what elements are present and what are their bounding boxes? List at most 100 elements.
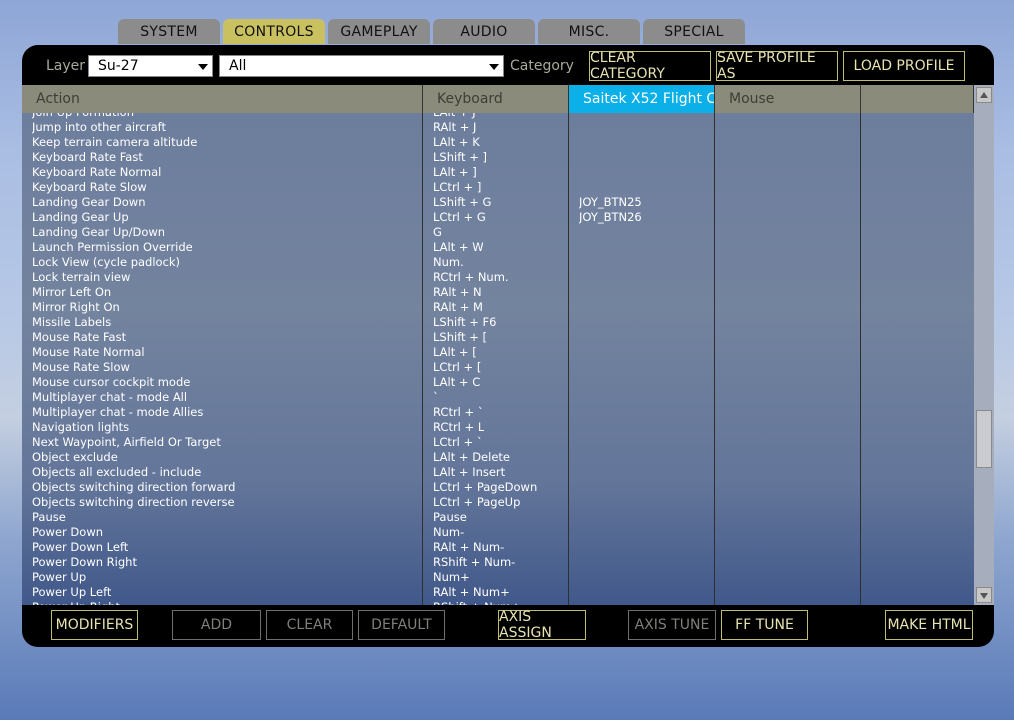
table-row[interactable]: Power Down Num-: [22, 525, 974, 540]
table-row[interactable]: Power Down Left RAlt + Num-: [22, 540, 974, 555]
tab-audio[interactable]: AUDIO: [433, 19, 535, 44]
layer-select[interactable]: Su-27: [88, 55, 213, 77]
table-scrollbar[interactable]: [974, 85, 994, 605]
modifiers-button[interactable]: MODIFIERS: [51, 610, 138, 640]
action-cell: Landing Gear Down: [32, 195, 146, 209]
keyboard-cell: Pause: [433, 510, 467, 524]
table-row[interactable]: Objects switching direction forward LCtrl…: [22, 480, 974, 495]
table-row[interactable]: Mouse Rate Slow LCtrl + [: [22, 360, 974, 375]
action-cell: Keep terrain camera altitude: [32, 135, 198, 149]
table-row[interactable]: Landing Gear Down LShift + G JOY_BTN25: [22, 195, 974, 210]
column-header-joystick[interactable]: Saitek X52 Flight Co: [569, 85, 715, 113]
table-row[interactable]: Navigation lights RCtrl + L: [22, 420, 974, 435]
tab-misc[interactable]: MISC.: [538, 19, 640, 44]
load-profile-button[interactable]: LOAD PROFILE: [843, 51, 965, 81]
table-row[interactable]: Mirror Left On RAlt + N: [22, 285, 974, 300]
table-row[interactable]: Keyboard Rate Slow LCtrl + ]: [22, 180, 974, 195]
action-bar: MODIFIERS ADD CLEAR DEFAULT AXIS ASSIGN …: [22, 605, 994, 647]
scrollbar-thumb[interactable]: [976, 410, 992, 468]
keyboard-cell: RCtrl + `: [433, 405, 484, 419]
action-cell: Keyboard Rate Fast: [32, 150, 143, 164]
axis-assign-button[interactable]: AXIS ASSIGN: [498, 609, 586, 641]
table-row[interactable]: Missile Labels LShift + F6: [22, 315, 974, 330]
table-row[interactable]: Mouse Rate Fast LShift + [: [22, 330, 974, 345]
table-row[interactable]: Multiplayer chat - mode All `: [22, 390, 974, 405]
keyboard-cell: LAlt + K: [433, 135, 480, 149]
layer-label: Layer: [46, 58, 86, 74]
make-html-button[interactable]: MAKE HTML: [885, 610, 973, 640]
column-header-action[interactable]: Action: [22, 85, 423, 113]
keyboard-cell: RCtrl + Num.: [433, 270, 509, 284]
save-profile-as-button[interactable]: SAVE PROFILE AS: [716, 50, 838, 82]
action-cell: Objects switching direction reverse: [32, 495, 235, 509]
keyboard-cell: LCtrl + PageUp: [433, 495, 521, 509]
action-cell: Keyboard Rate Slow: [32, 180, 147, 194]
table-row[interactable]: Keyboard Rate Normal LAlt + ]: [22, 165, 974, 180]
action-cell: Join Up Formation: [32, 113, 134, 119]
layer-select-value: Su-27: [98, 58, 139, 74]
table-row[interactable]: Objects all excluded - include LAlt + Ins…: [22, 465, 974, 480]
controls-panel: Layer Su-27 All Category CLEAR CATEGORY …: [22, 45, 994, 647]
table-row[interactable]: Pause Pause: [22, 510, 974, 525]
tab-gameplay[interactable]: GAMEPLAY: [328, 19, 430, 44]
tab-controls[interactable]: CONTROLS: [223, 19, 325, 44]
table-row[interactable]: Object exclude LAlt + Delete: [22, 450, 974, 465]
category-select[interactable]: All: [219, 55, 504, 77]
action-cell: Launch Permission Override: [32, 240, 193, 254]
column-header-keyboard[interactable]: Keyboard: [423, 85, 569, 113]
keyboard-cell: RCtrl + L: [433, 420, 485, 434]
keyboard-cell: RShift + Num-: [433, 555, 516, 569]
category-select-value: All: [229, 58, 247, 74]
tab-system[interactable]: SYSTEM: [118, 19, 220, 44]
tab-special[interactable]: SPECIAL: [643, 19, 745, 44]
table-body: Join Up Formation LAlt + JJump into other…: [22, 113, 974, 605]
ff-tune-button[interactable]: FF TUNE: [721, 610, 808, 640]
keyboard-cell: RAlt + M: [433, 300, 483, 314]
table-row[interactable]: Launch Permission Override LAlt + W: [22, 240, 974, 255]
table-row[interactable]: Jump into other aircraft RAlt + J: [22, 120, 974, 135]
action-cell: Power Up Left: [32, 585, 112, 599]
keyboard-cell: LShift + F6: [433, 315, 497, 329]
action-cell: Lock terrain view: [32, 270, 131, 284]
table-row[interactable]: Join Up Formation LAlt + J: [22, 113, 974, 120]
table-row[interactable]: Objects switching direction reverse LCtrl…: [22, 495, 974, 510]
keyboard-cell: LAlt + Insert: [433, 465, 506, 479]
table-row[interactable]: Mouse Rate Normal LAlt + [: [22, 345, 974, 360]
keyboard-cell: LShift + [: [433, 330, 487, 344]
table-row[interactable]: Lock terrain view RCtrl + Num.: [22, 270, 974, 285]
table-row[interactable]: Mouse cursor cockpit mode LAlt + C: [22, 375, 974, 390]
keyboard-cell: Num-: [433, 525, 465, 539]
keyboard-cell: LShift + ]: [433, 150, 487, 164]
action-cell: Power Down Left: [32, 540, 129, 554]
table-row[interactable]: Lock View (cycle padlock) Num.: [22, 255, 974, 270]
axis-tune-button[interactable]: AXIS TUNE: [628, 610, 716, 640]
table-row[interactable]: Power Up Left RAlt + Num+: [22, 585, 974, 600]
table-row[interactable]: Landing Gear Up LCtrl + G JOY_BTN26: [22, 210, 974, 225]
action-cell: Objects switching direction forward: [32, 480, 236, 494]
column-header-extra[interactable]: [861, 85, 974, 113]
table-row[interactable]: Landing Gear Up/Down G: [22, 225, 974, 240]
scroll-down-icon[interactable]: [976, 587, 992, 603]
keyboard-cell: LAlt + W: [433, 240, 484, 254]
keyboard-cell: LShift + G: [433, 195, 492, 209]
table-row[interactable]: Power Down Right RShift + Num-: [22, 555, 974, 570]
keyboard-cell: RAlt + Num+: [433, 585, 510, 599]
table-row[interactable]: Keep terrain camera altitude LAlt + K: [22, 135, 974, 150]
controls-toolbar: Layer Su-27 All Category CLEAR CATEGORY …: [22, 45, 994, 85]
action-cell: Navigation lights: [32, 420, 130, 434]
table-row[interactable]: Next Waypoint, Airfield Or Target LCtrl +…: [22, 435, 974, 450]
action-cell: Mouse Rate Fast: [32, 330, 127, 344]
table-row[interactable]: Multiplayer chat - mode Allies RCtrl + `: [22, 405, 974, 420]
add-button[interactable]: ADD: [172, 610, 261, 640]
table-row[interactable]: Keyboard Rate Fast LShift + ]: [22, 150, 974, 165]
clear-button[interactable]: CLEAR: [266, 610, 353, 640]
default-button[interactable]: DEFAULT: [358, 610, 445, 640]
scroll-up-icon[interactable]: [976, 87, 992, 103]
keyboard-cell: Num.: [433, 255, 464, 269]
keyboard-cell: LAlt + J: [433, 113, 476, 119]
column-header-mouse[interactable]: Mouse: [715, 85, 861, 113]
table-row[interactable]: Power Up Num+: [22, 570, 974, 585]
joystick-cell: JOY_BTN26: [579, 210, 642, 224]
table-row[interactable]: Mirror Right On RAlt + M: [22, 300, 974, 315]
clear-category-button[interactable]: CLEAR CATEGORY: [589, 50, 711, 82]
